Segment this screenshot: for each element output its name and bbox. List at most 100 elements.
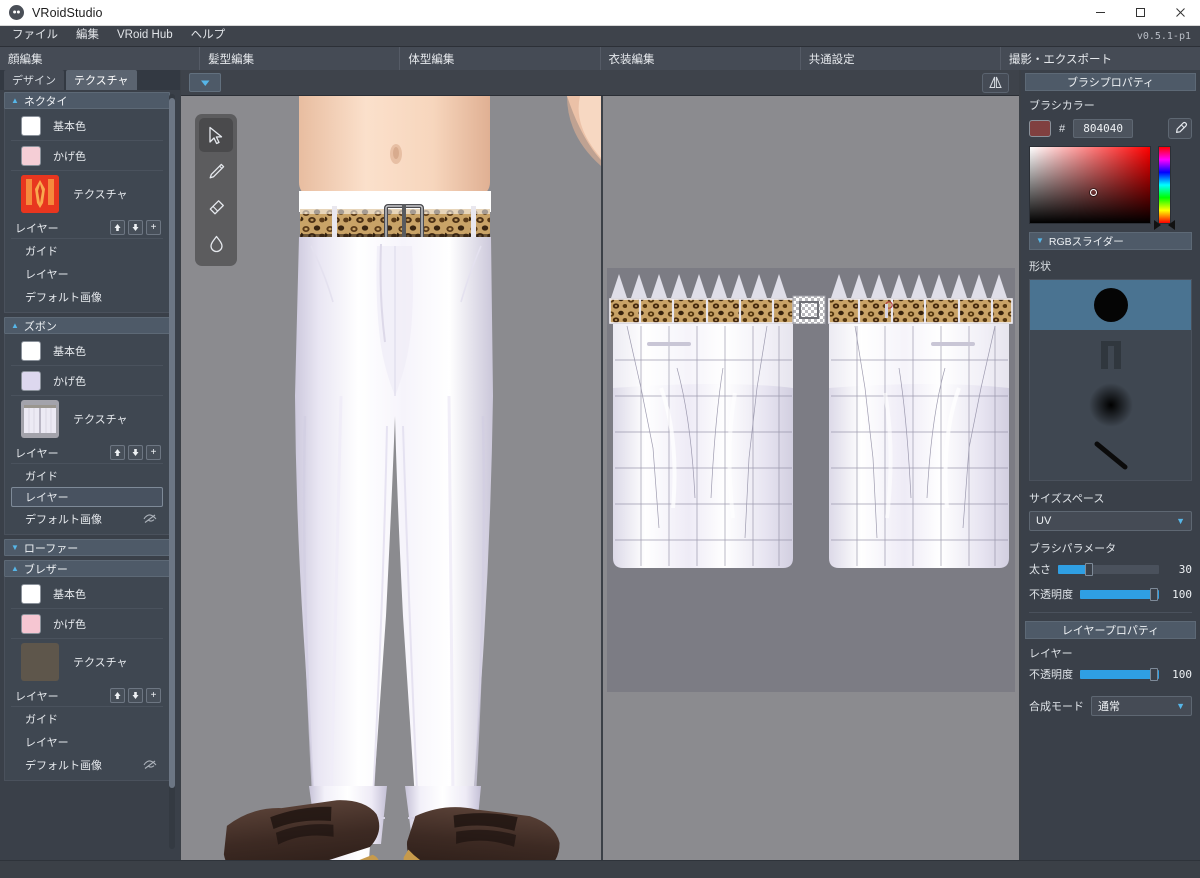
cursor-tool[interactable] [199, 118, 233, 152]
eye-off-icon[interactable] [143, 513, 157, 524]
eye-off-icon[interactable] [143, 759, 157, 770]
group-blazer: ▲ ブレザー 基本色 かげ色 テクスチャ レイヤー + ガイド レイヤー デフォ… [4, 560, 170, 781]
layer-item-layer[interactable]: レイヤー [11, 730, 163, 753]
layer-item-guide[interactable]: ガイド [11, 707, 163, 730]
color-row-shadow[interactable]: かげ色 [11, 141, 163, 171]
subtab-design[interactable]: デザイン [4, 70, 64, 90]
tab-hair-edit[interactable]: 髪型編集 [200, 47, 401, 70]
group-title: ネクタイ [23, 95, 68, 108]
texture-thumbnail-blazer[interactable] [21, 643, 59, 681]
color-swatch[interactable] [21, 613, 41, 634]
layer-item-default-image[interactable]: デフォルト画像 [11, 753, 163, 776]
down-arrow-icon[interactable] [128, 220, 143, 235]
brush-shape-soft-round[interactable] [1030, 380, 1191, 430]
rgb-slider-toggle[interactable]: ▼ RGBスライダー [1029, 232, 1192, 250]
color-swatch[interactable] [21, 145, 41, 166]
group-header-pants[interactable]: ▲ ズボン [4, 317, 170, 334]
menu-item-vroid-hub[interactable]: VRoid Hub [108, 26, 182, 47]
layer-item-guide[interactable]: ガイド [11, 464, 163, 487]
brush-opacity-slider[interactable] [1080, 587, 1159, 601]
texture-row[interactable]: テクスチャ [11, 396, 163, 442]
texture-row[interactable]: テクスチャ [11, 639, 163, 685]
close-icon[interactable] [1160, 0, 1200, 26]
layer-item-layer-selected[interactable]: レイヤー [11, 487, 163, 507]
up-arrow-icon[interactable] [110, 688, 125, 703]
scrollbar-thumb[interactable] [169, 98, 175, 788]
blend-mode-select[interactable]: 通常 ▼ [1091, 696, 1192, 716]
color-row-shadow[interactable]: かげ色 [11, 609, 163, 639]
tab-photo-export[interactable]: 撮影・エクスポート [1000, 47, 1200, 70]
down-arrow-icon[interactable] [128, 445, 143, 460]
color-row-shadow[interactable]: かげ色 [11, 366, 163, 396]
size-space-value: UV [1036, 515, 1052, 527]
layer-item-label: ガイド [25, 245, 58, 258]
window-controls [1080, 0, 1200, 26]
left-panel-scrollbar[interactable] [169, 94, 175, 849]
brush-shape-hard-round[interactable] [1030, 280, 1191, 330]
subtab-texture[interactable]: テクスチャ [66, 70, 137, 90]
uv-texture-panel[interactable] [603, 96, 1019, 860]
layer-item-layer[interactable]: レイヤー [11, 262, 163, 285]
color-swatch[interactable] [21, 340, 41, 361]
tab-costume-edit[interactable]: 衣装編集 [600, 47, 801, 70]
layer-header: レイヤー + [11, 442, 163, 464]
color-swatch[interactable] [21, 583, 41, 604]
down-arrow-icon[interactable] [128, 688, 143, 703]
group-header-loafers[interactable]: ▼ ローファー [4, 539, 170, 556]
layer-item-default-image[interactable]: デフォルト画像 [11, 507, 163, 530]
menu-item-file[interactable]: ファイル [3, 26, 67, 47]
up-arrow-icon[interactable] [110, 220, 125, 235]
hue-slider[interactable] [1154, 146, 1175, 230]
caret-icon: ▲ [11, 95, 19, 105]
fill-tool[interactable] [199, 226, 233, 260]
3d-model-viewport[interactable] [181, 96, 601, 860]
hue-marker-right-icon [1168, 220, 1175, 230]
up-arrow-icon[interactable] [110, 445, 125, 460]
eraser-tool[interactable] [199, 190, 233, 224]
texture-thumbnail-pants[interactable] [21, 400, 59, 438]
color-row-base[interactable]: 基本色 [11, 111, 163, 141]
layer-item-guide[interactable]: ガイド [11, 239, 163, 262]
pencil-tool[interactable] [199, 154, 233, 188]
tab-face-edit[interactable]: 顔編集 [0, 47, 201, 70]
uv-texture-canvas[interactable] [607, 268, 1015, 692]
color-picker-cursor[interactable] [1090, 189, 1097, 196]
brush-shape-stroke[interactable] [1030, 430, 1191, 480]
thickness-slider[interactable] [1058, 562, 1159, 576]
menu-item-help[interactable]: ヘルプ [182, 26, 235, 47]
layer-item-label: デフォルト画像 [25, 291, 102, 304]
color-swatch[interactable] [21, 115, 41, 136]
group-header-blazer[interactable]: ▲ ブレザー [4, 560, 170, 577]
saturation-value-field[interactable] [1029, 146, 1151, 224]
group-header-necktie[interactable]: ▲ ネクタイ [4, 92, 170, 109]
viewport-preset-dropdown[interactable] [189, 73, 221, 92]
plus-icon[interactable]: + [146, 445, 161, 460]
group-title: ズボン [23, 320, 57, 333]
texture-thumbnail-necktie[interactable] [21, 175, 59, 213]
layer-item-default-image[interactable]: デフォルト画像 [11, 285, 163, 308]
color-swatch[interactable] [21, 370, 41, 391]
tab-common-settings[interactable]: 共通設定 [800, 47, 1001, 70]
brush-opacity-param-row: 不透明度 100 [1029, 586, 1192, 602]
maximize-icon[interactable] [1120, 0, 1160, 26]
texture-label: テクスチャ [73, 414, 128, 426]
minimize-icon[interactable] [1080, 0, 1120, 26]
menu-item-edit[interactable]: 編集 [67, 26, 108, 47]
size-space-select[interactable]: UV ▼ [1029, 511, 1192, 531]
color-row-base[interactable]: 基本色 [11, 579, 163, 609]
tab-body-edit[interactable]: 体型編集 [400, 47, 601, 70]
color-picker [1029, 146, 1192, 230]
plus-icon[interactable]: + [146, 220, 161, 235]
eyedropper-icon[interactable] [1168, 118, 1192, 139]
brush-shape-texture[interactable] [1030, 330, 1191, 380]
symmetry-mirror-icon[interactable] [982, 72, 1009, 93]
color-row-base[interactable]: 基本色 [11, 336, 163, 366]
plus-icon[interactable]: + [146, 688, 161, 703]
brush-color-swatch[interactable] [1029, 120, 1051, 137]
texture-row[interactable]: テクスチャ [11, 171, 163, 217]
droplet-icon [209, 235, 223, 252]
brush-color-hex-input[interactable]: 804040 [1073, 119, 1134, 138]
brush-opacity-label: 不透明度 [1029, 589, 1073, 601]
caret-icon: ▲ [11, 320, 19, 330]
layer-opacity-slider[interactable] [1080, 667, 1159, 681]
